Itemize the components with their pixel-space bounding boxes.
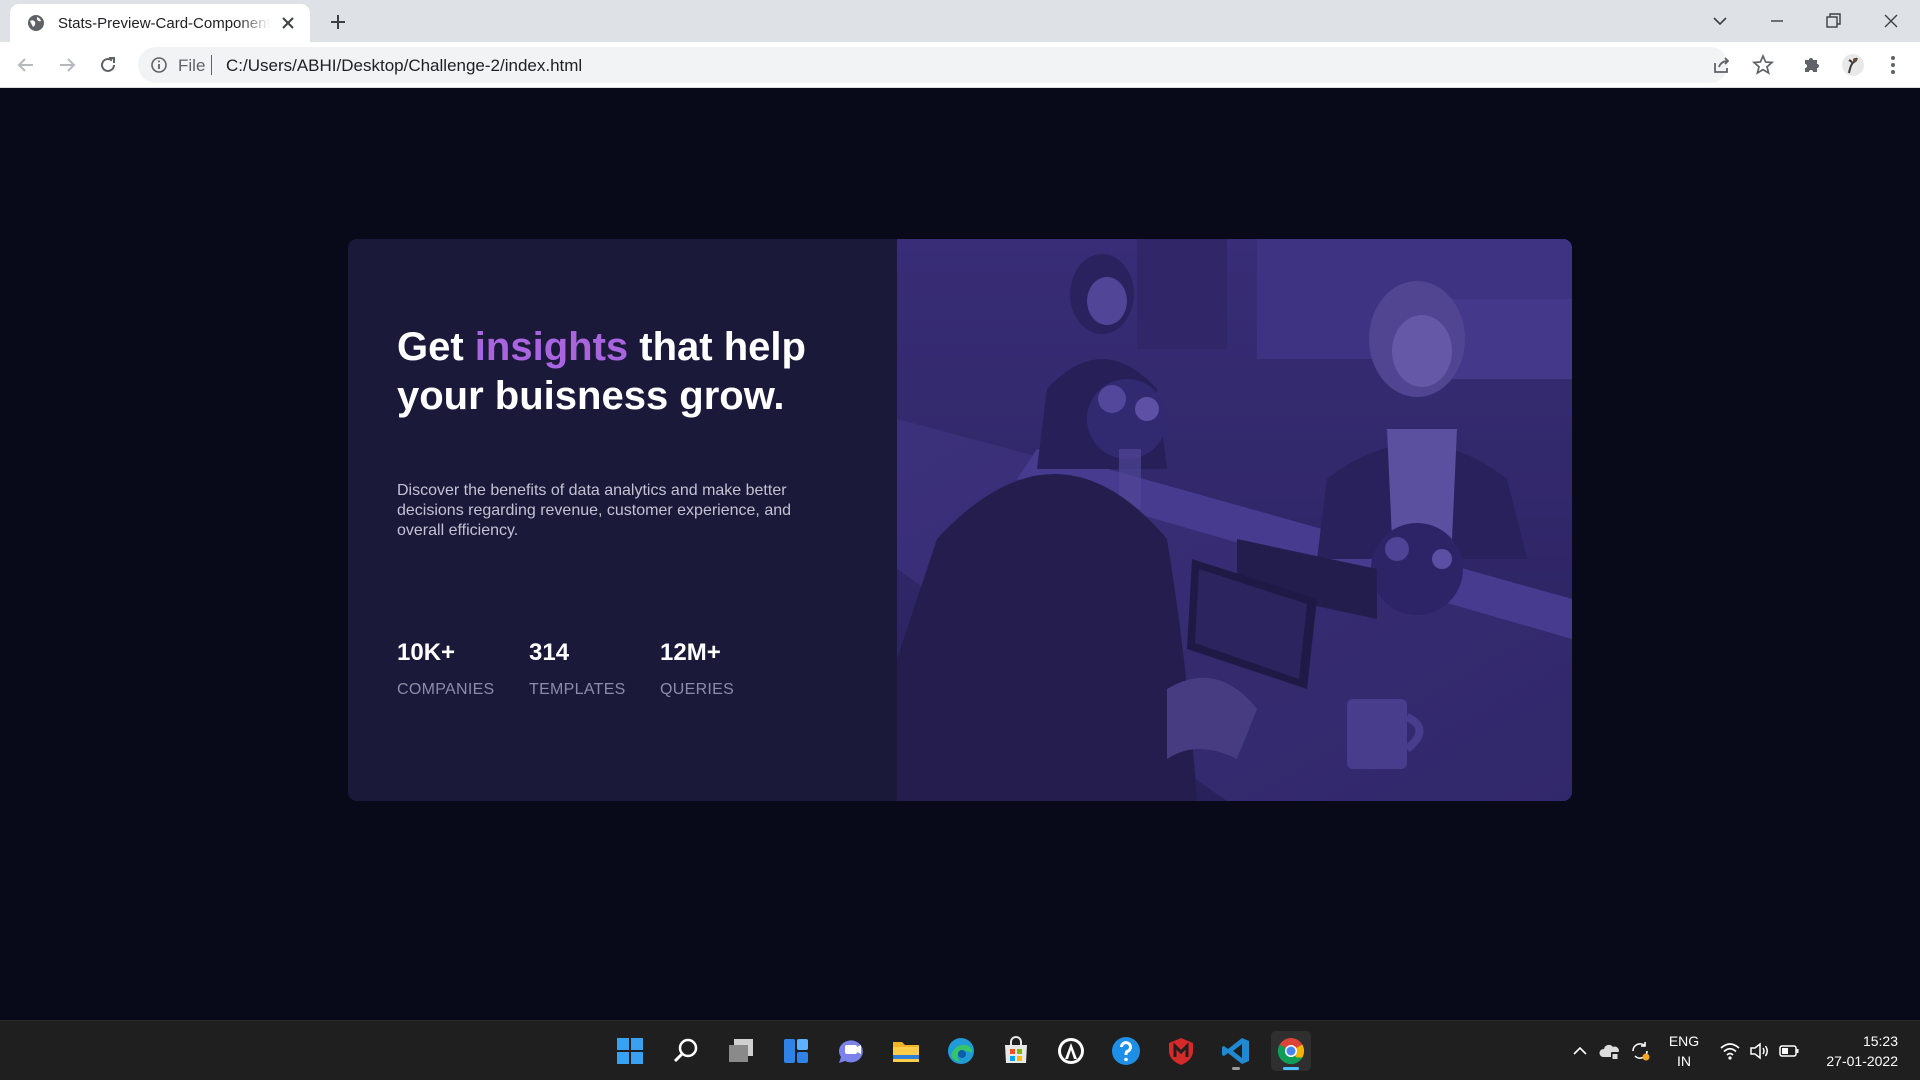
stat-templates: 314 TEMPLATES bbox=[529, 639, 626, 699]
forward-icon[interactable] bbox=[55, 53, 79, 77]
card-text-section: Get insights that help your buisness gro… bbox=[397, 239, 877, 801]
vscode-icon bbox=[1222, 1038, 1249, 1064]
widgets-button[interactable] bbox=[776, 1031, 816, 1071]
clock[interactable]: 15:23 27-01-2022 bbox=[1808, 1031, 1898, 1071]
start-button[interactable] bbox=[610, 1031, 650, 1071]
stat-label: QUERIES bbox=[660, 681, 735, 698]
task-view-button[interactable] bbox=[721, 1031, 761, 1071]
input-language-indicator[interactable]: ENG IN bbox=[1666, 1031, 1702, 1071]
stat-value: 12M+ bbox=[660, 639, 721, 666]
mcafee-button[interactable] bbox=[1161, 1031, 1201, 1071]
region-code: IN bbox=[1677, 1053, 1691, 1069]
task-view-icon bbox=[729, 1039, 753, 1062]
clock-date: 27-01-2022 bbox=[1826, 1053, 1898, 1069]
headline-part1: Get bbox=[397, 325, 475, 369]
windows-taskbar: ENG IN 15:23 27-01-2022 bbox=[0, 1020, 1920, 1080]
app-circle-button[interactable] bbox=[1051, 1031, 1091, 1071]
headline-accent: insights bbox=[474, 325, 629, 369]
running-indicator bbox=[1232, 1067, 1240, 1070]
wifi-icon[interactable] bbox=[1718, 1039, 1742, 1063]
browser-tab[interactable]: Stats-Preview-Card-Component- bbox=[10, 4, 310, 42]
language-code: ENG bbox=[1668, 1033, 1700, 1049]
stat-queries: 12M+ QUERIES bbox=[660, 639, 734, 699]
help-question-icon bbox=[1112, 1037, 1140, 1065]
chat-button[interactable] bbox=[831, 1031, 871, 1071]
edge-button[interactable] bbox=[941, 1031, 981, 1071]
bookmark-star-icon[interactable] bbox=[1751, 53, 1775, 77]
office-team-photo bbox=[897, 239, 1572, 801]
tab-title: Stats-Preview-Card-Component- bbox=[58, 14, 270, 32]
new-tab-icon[interactable] bbox=[326, 10, 350, 34]
chrome-button[interactable] bbox=[1271, 1031, 1311, 1071]
app-circle-icon bbox=[1058, 1038, 1084, 1064]
teams-chat-icon bbox=[838, 1040, 863, 1063]
back-icon[interactable] bbox=[14, 53, 38, 77]
file-explorer-button[interactable] bbox=[886, 1031, 926, 1071]
volume-icon[interactable] bbox=[1747, 1039, 1771, 1063]
active-indicator bbox=[1283, 1067, 1299, 1070]
get-help-button[interactable] bbox=[1106, 1031, 1146, 1071]
chrome-icon bbox=[1277, 1038, 1305, 1065]
close-tab-icon[interactable] bbox=[278, 13, 298, 33]
office-scene-illustration bbox=[897, 239, 1572, 801]
vscode-button[interactable] bbox=[1216, 1031, 1256, 1071]
battery-icon[interactable] bbox=[1777, 1039, 1801, 1063]
profile-avatar-icon[interactable] bbox=[1841, 53, 1865, 77]
info-icon[interactable] bbox=[150, 56, 168, 74]
restore-icon[interactable] bbox=[1820, 8, 1846, 34]
onedrive-cloud-icon[interactable] bbox=[1598, 1039, 1622, 1063]
browser-toolbar: File C:/Users/ABHI/Desktop/Challenge-2/i… bbox=[0, 42, 1920, 88]
show-hidden-icons-chevron-icon[interactable] bbox=[1568, 1039, 1592, 1063]
card-description: Discover the benefits of data analytics … bbox=[397, 482, 792, 539]
headline: Get insights that help your buisness gro… bbox=[397, 323, 877, 421]
globe-icon bbox=[28, 15, 44, 31]
address-bar[interactable]: File C:/Users/ABHI/Desktop/Challenge-2/i… bbox=[138, 47, 1728, 83]
url-separator bbox=[211, 55, 212, 75]
url-scheme-label: File bbox=[178, 56, 206, 75]
folder-icon bbox=[893, 1042, 919, 1062]
share-icon[interactable] bbox=[1710, 53, 1734, 77]
search-icon bbox=[673, 1038, 698, 1063]
page-viewport: Get insights that help your buisness gro… bbox=[0, 89, 1920, 1020]
stats-row: 10K+ COMPANIES 314 TEMPLATES 12M+ QUERIE… bbox=[397, 639, 837, 719]
more-menu-icon[interactable] bbox=[1881, 53, 1905, 77]
tab-strip: Stats-Preview-Card-Component- bbox=[0, 0, 1920, 42]
extensions-puzzle-icon[interactable] bbox=[1800, 53, 1824, 77]
url-text[interactable]: C:/Users/ABHI/Desktop/Challenge-2/index.… bbox=[226, 56, 582, 76]
store-button[interactable] bbox=[996, 1031, 1036, 1071]
mcafee-shield-icon bbox=[1169, 1038, 1193, 1065]
stats-preview-card: Get insights that help your buisness gro… bbox=[348, 239, 1572, 801]
stat-value: 314 bbox=[529, 639, 570, 666]
minimize-icon[interactable] bbox=[1764, 8, 1790, 34]
widgets-icon bbox=[784, 1039, 808, 1063]
stat-label: TEMPLATES bbox=[529, 681, 626, 698]
stat-companies: 10K+ COMPANIES bbox=[397, 639, 495, 699]
tab-search-icon[interactable] bbox=[1707, 8, 1733, 34]
edge-browser-icon bbox=[948, 1038, 974, 1064]
stat-label: COMPANIES bbox=[397, 681, 495, 698]
sync-icon[interactable] bbox=[1628, 1039, 1652, 1063]
clock-time: 15:23 bbox=[1862, 1033, 1898, 1049]
stat-value: 10K+ bbox=[397, 639, 456, 666]
microsoft-store-icon bbox=[1005, 1036, 1027, 1063]
close-window-icon[interactable] bbox=[1878, 8, 1904, 34]
windows-start-icon bbox=[617, 1038, 643, 1064]
search-button[interactable] bbox=[666, 1031, 706, 1071]
reload-icon[interactable] bbox=[96, 53, 120, 77]
